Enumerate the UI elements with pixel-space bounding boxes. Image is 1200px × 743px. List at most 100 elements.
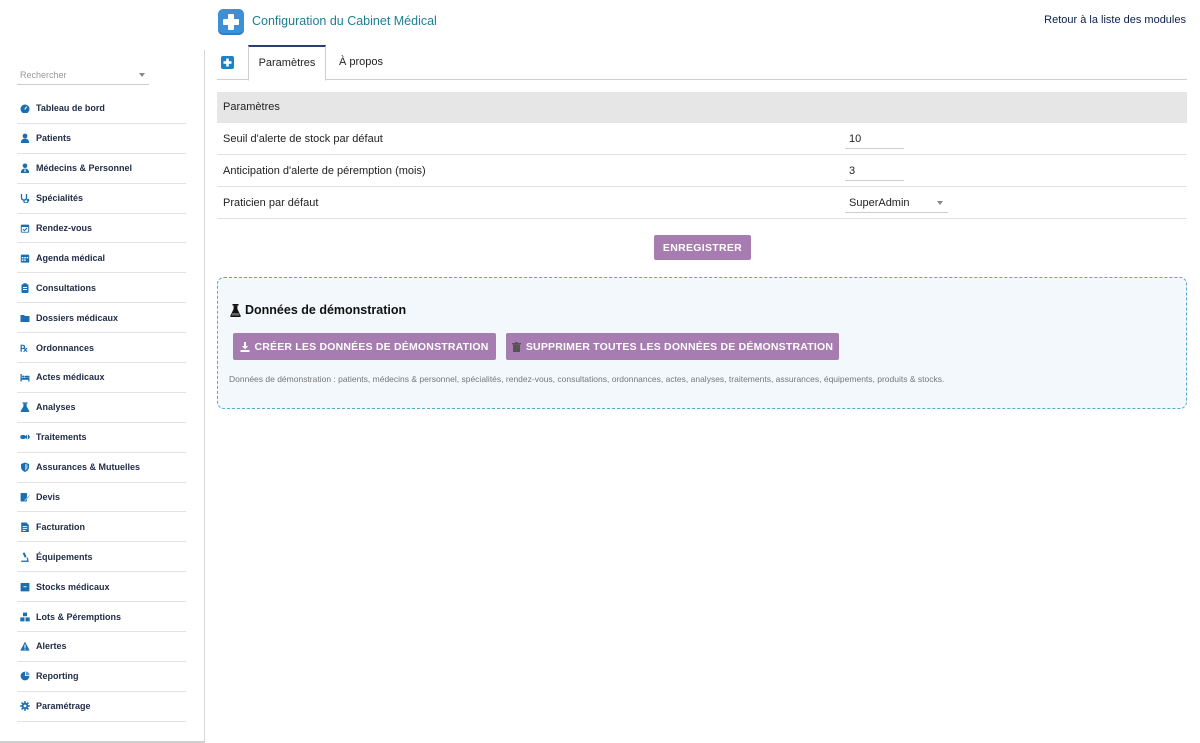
sidebar-item-reporting[interactable]: Reporting bbox=[17, 662, 186, 692]
sidebar-item-label: Ordonnances bbox=[36, 342, 95, 353]
sidebar-menu: Tableau de bord Patients Médecins & Person… bbox=[17, 94, 186, 722]
microscope-icon bbox=[19, 551, 30, 562]
expiry-anticipation-label: Anticipation d'alerte de péremption (moi… bbox=[223, 165, 426, 177]
search-placeholder: Rechercher bbox=[20, 70, 67, 80]
sidebar-item-assurances-mutuelles[interactable]: Assurances & Mutuelles bbox=[17, 453, 186, 483]
sidebar-item-label: Tableau de bord bbox=[36, 103, 105, 114]
stethoscope-icon bbox=[19, 193, 30, 204]
sidebar-item-stocks-medicaux[interactable]: Stocks médicaux bbox=[17, 572, 186, 603]
sidebar-divider bbox=[204, 50, 205, 743]
sidebar-item-ordonnances[interactable]: ℞ Ordonnances bbox=[17, 333, 186, 364]
sidebar-item-tableau-de-bord[interactable]: Tableau de bord bbox=[17, 94, 186, 124]
sidebar-item-actes-medicaux[interactable]: Actes médicaux bbox=[17, 363, 186, 393]
doctor-icon bbox=[19, 163, 30, 174]
delete-demo-data-label: SUPPRIMER TOUTES LES DONNÉES DE DÉMONSTR… bbox=[525, 340, 834, 353]
default-practitioner-select[interactable]: SuperAdmin bbox=[845, 194, 948, 213]
sidebar-item-label: Devis bbox=[36, 492, 61, 503]
sidebar-item-label: Dossiers médicaux bbox=[36, 312, 119, 323]
sidebar-item-label: Analyses bbox=[36, 402, 76, 413]
invoice-icon bbox=[19, 521, 30, 532]
sidebar-item-traitements[interactable]: Traitements bbox=[17, 423, 186, 453]
boxes-icon bbox=[19, 611, 30, 622]
medical-cross-icon bbox=[218, 9, 244, 35]
sidebar-item-devis[interactable]: Devis bbox=[17, 483, 186, 513]
module-icon bbox=[221, 56, 234, 69]
sidebar-item-parametrage[interactable]: Paramétrage bbox=[17, 692, 186, 722]
expiry-anticipation-input[interactable] bbox=[845, 162, 904, 181]
stock-threshold-input[interactable] bbox=[845, 130, 904, 149]
sidebar-item-label: Facturation bbox=[36, 521, 86, 532]
delete-demo-data-button[interactable]: SUPPRIMER TOUTES LES DONNÉES DE DÉMONSTR… bbox=[506, 333, 839, 360]
table-row: Anticipation d'alerte de péremption (moi… bbox=[217, 155, 1187, 187]
chevron-down-icon bbox=[937, 201, 943, 205]
gear-icon bbox=[19, 701, 30, 712]
dashboard-icon bbox=[19, 103, 30, 114]
flask-icon bbox=[19, 402, 30, 413]
sidebar-item-label: Reporting bbox=[36, 671, 79, 682]
demo-title-text: Données de démonstration bbox=[245, 303, 407, 317]
pie-chart-icon bbox=[19, 671, 30, 682]
table-row: Seuil d'alerte de stock par défaut bbox=[217, 123, 1187, 155]
create-demo-data-label: CRÉER LES DONNÉES DE DÉMONSTRATION bbox=[254, 340, 489, 353]
sidebar-item-specialites[interactable]: Spécialités bbox=[17, 184, 186, 214]
sidebar-item-label: Paramétrage bbox=[36, 701, 91, 712]
sidebar-item-label: Rendez-vous bbox=[36, 223, 93, 233]
sidebar-item-label: Agenda médical bbox=[36, 252, 106, 263]
shield-icon bbox=[19, 462, 30, 473]
sidebar-item-facturation[interactable]: Facturation bbox=[17, 512, 186, 543]
trash-icon bbox=[511, 341, 522, 352]
pills-icon bbox=[19, 432, 30, 443]
prescription-icon: ℞ bbox=[19, 342, 30, 353]
sidebar-item-equipements[interactable]: Équipements bbox=[17, 542, 186, 573]
sidebar-item-agenda-medical[interactable]: Agenda médical bbox=[17, 243, 186, 274]
sidebar-item-label: Alertes bbox=[36, 641, 67, 652]
calendar-icon bbox=[19, 252, 30, 263]
tab-bar: Paramètres À propos bbox=[217, 45, 1187, 81]
sidebar-item-label: Équipements bbox=[36, 551, 93, 562]
sidebar-item-label: Spécialités bbox=[36, 193, 84, 204]
table-row: Praticien par défaut SuperAdmin bbox=[217, 187, 1187, 219]
sidebar-item-label: Patients bbox=[36, 133, 72, 144]
clipboard-icon bbox=[19, 282, 30, 293]
sidebar-item-label: Consultations bbox=[36, 282, 96, 293]
sidebar-item-label: Assurances & Mutuelles bbox=[36, 462, 141, 473]
sidebar-item-patients[interactable]: Patients bbox=[17, 124, 186, 154]
sidebar-item-alertes[interactable]: Alertes bbox=[17, 632, 186, 662]
default-practitioner-value: SuperAdmin bbox=[849, 197, 910, 209]
demo-title: Données de démonstration bbox=[230, 303, 406, 317]
params-table: Paramètres Seuil d'alerte de stock par d… bbox=[217, 92, 1187, 219]
stock-threshold-label: Seuil d'alerte de stock par défaut bbox=[223, 133, 383, 145]
back-to-modules-link[interactable]: Retour à la liste des modules bbox=[1044, 14, 1186, 26]
sidebar-item-consultations[interactable]: Consultations bbox=[17, 273, 186, 304]
sidebar-item-analyses[interactable]: Analyses bbox=[17, 393, 186, 423]
sidebar: Rechercher Tableau de bord Patients Médeci… bbox=[0, 0, 205, 743]
create-demo-data-button[interactable]: CRÉER LES DONNÉES DE DÉMONSTRATION bbox=[233, 333, 496, 360]
sidebar-search-input[interactable]: Rechercher bbox=[17, 67, 149, 85]
sidebar-item-lots-peremptions[interactable]: Lots & Péremptions bbox=[17, 602, 186, 633]
demo-data-panel: Données de démonstration CRÉER LES DONNÉ… bbox=[217, 277, 1187, 409]
default-practitioner-label: Praticien par défaut bbox=[223, 197, 319, 209]
sidebar-item-label: Actes médicaux bbox=[36, 372, 105, 383]
flask-icon bbox=[230, 303, 242, 317]
folder-icon bbox=[19, 312, 30, 323]
edit-document-icon bbox=[19, 492, 30, 503]
page-title: Configuration du Cabinet Médical bbox=[252, 14, 437, 28]
tab-a-propos[interactable]: À propos bbox=[328, 45, 394, 80]
sidebar-item-label: Médecins & Personnel bbox=[36, 163, 133, 174]
sidebar-item-medecins-personnel[interactable]: Médecins & Personnel bbox=[17, 154, 186, 184]
warning-icon bbox=[19, 641, 30, 652]
tab-parametres[interactable]: Paramètres bbox=[248, 45, 326, 81]
download-icon bbox=[240, 341, 250, 352]
user-icon bbox=[19, 133, 30, 144]
box-icon bbox=[19, 581, 30, 592]
calendar-check-icon bbox=[19, 223, 30, 234]
sidebar-item-label: Stocks médicaux bbox=[36, 581, 110, 592]
demo-note: Données de démonstration : patients, méd… bbox=[229, 374, 945, 384]
sidebar-item-label: Lots & Péremptions bbox=[36, 611, 122, 622]
svg-text:℞: ℞ bbox=[20, 343, 28, 353]
params-heading: Paramètres bbox=[217, 92, 1187, 123]
sidebar-item-dossiers-medicaux[interactable]: Dossiers médicaux bbox=[17, 303, 186, 334]
sidebar-item-rendez-vous[interactable]: Rendez-vous bbox=[17, 214, 186, 244]
sidebar-item-label: Traitements bbox=[36, 432, 87, 443]
save-button[interactable]: ENREGISTRER bbox=[654, 235, 751, 260]
